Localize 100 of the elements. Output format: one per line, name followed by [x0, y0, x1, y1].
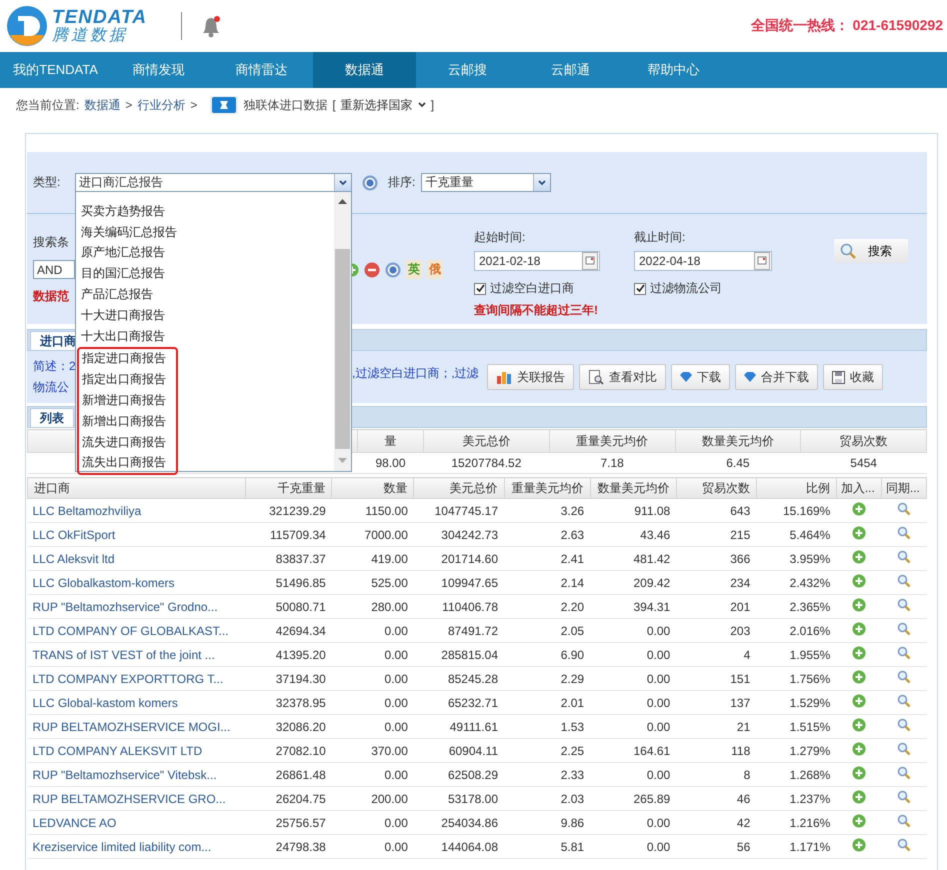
- table-cell: 5454: [800, 452, 926, 474]
- table-cell: 164.61: [590, 738, 676, 762]
- table-cell: 26204.75: [246, 786, 332, 810]
- table-cell: 1.268%: [756, 762, 836, 786]
- table-cell: 2.05: [504, 618, 590, 642]
- search-condition-label: 搜索条: [33, 234, 70, 251]
- table-cell: 0.00: [332, 690, 414, 714]
- table-cell: 234: [676, 570, 756, 594]
- bracket-text: ]: [430, 98, 434, 112]
- table-cell: 50080.71: [246, 594, 332, 618]
- table-cell: 32086.20: [246, 714, 332, 738]
- table-cell: 5.81: [504, 834, 590, 858]
- table-cell: 2.365%: [756, 594, 836, 618]
- table-cell: 41395.20: [246, 642, 332, 666]
- table-cell: 0.00: [332, 834, 414, 858]
- table-cell: 9.86: [504, 810, 590, 834]
- table-cell: 6.90: [504, 642, 590, 666]
- table-cell: 0.00: [590, 810, 676, 834]
- table-cell: 7.18: [549, 452, 675, 474]
- table-cell: 0.00: [332, 618, 414, 642]
- table-cell: 200.00: [332, 786, 414, 810]
- table-cell: 1150.00: [332, 498, 414, 522]
- table-cell: 2.20: [504, 594, 590, 618]
- table-cell: 1047745.17: [414, 498, 504, 522]
- column-header: 贸易次数: [800, 430, 926, 452]
- table-cell: 85245.28: [414, 666, 504, 690]
- table-cell: 0.00: [590, 666, 676, 690]
- table-cell: 51496.85: [246, 570, 332, 594]
- table-cell: 0.00: [332, 666, 414, 690]
- column-header: 美元总价: [424, 430, 550, 452]
- table-cell: 201714.60: [414, 546, 504, 570]
- table-cell: 265.89: [590, 786, 676, 810]
- type-label: 类型:: [33, 174, 62, 191]
- table-cell: 151: [676, 666, 756, 690]
- table-cell: 1.529%: [756, 690, 836, 714]
- table-cell: 15207784.52: [424, 452, 550, 474]
- breadcrumb-separator: >: [190, 98, 198, 112]
- table-cell: 419.00: [332, 546, 414, 570]
- table-cell: 62508.29: [414, 762, 504, 786]
- table-cell: 0.00: [332, 714, 414, 738]
- table-cell: 481.42: [590, 546, 676, 570]
- table-cell: 201: [676, 594, 756, 618]
- table-cell: 0.00: [590, 690, 676, 714]
- dataset-name: 独联体进口数据: [243, 96, 328, 114]
- table-cell: 2.03: [504, 786, 590, 810]
- table-cell: 0.00: [590, 834, 676, 858]
- table-cell: 144064.08: [414, 834, 504, 858]
- checkbox-label: 过滤空白进口商: [490, 280, 574, 297]
- table-cell: 56: [676, 834, 756, 858]
- table-cell: 6.45: [675, 452, 801, 474]
- table-cell: 83837.37: [246, 546, 332, 570]
- hotline-text: 全国统一热线： 021-61590292: [750, 17, 943, 35]
- table-cell: 2.29: [504, 666, 590, 690]
- warning-text: 查询间隔不能超过三年!: [474, 302, 599, 319]
- column-header: 量: [358, 430, 424, 452]
- table-cell: 215: [676, 522, 756, 546]
- table-cell: 2.14: [504, 570, 590, 594]
- table-cell: 87491.72: [414, 618, 504, 642]
- table-cell: 65232.71: [414, 690, 504, 714]
- table-cell: 5.464%: [756, 522, 836, 546]
- table-cell: 643: [676, 498, 756, 522]
- end-date-label: 截止时间:: [634, 229, 686, 246]
- table-cell: 394.31: [590, 594, 676, 618]
- table-cell: 0.00: [332, 762, 414, 786]
- table-cell: 7000.00: [332, 522, 414, 546]
- table-cell: 32378.95: [246, 690, 332, 714]
- summary-text: 物流公: [33, 379, 70, 396]
- table-cell: 2.63: [504, 522, 590, 546]
- table-cell: 0.00: [590, 762, 676, 786]
- table-cell: 24798.38: [246, 834, 332, 858]
- summary-text: ,过滤空白进口商；,过滤: [352, 365, 480, 382]
- breadcrumb-separator: >: [125, 98, 132, 112]
- summary-text: 简述：2: [33, 358, 75, 375]
- breadcrumb-label: 您当前位置:: [16, 96, 80, 114]
- table-cell: 1.279%: [756, 738, 836, 762]
- table-cell: 53178.00: [414, 786, 504, 810]
- table-cell: 0.00: [590, 642, 676, 666]
- table-cell: 43.46: [590, 522, 676, 546]
- column-header: 重量美元均价: [549, 430, 675, 452]
- table-cell: 42694.34: [246, 618, 332, 642]
- table-cell: 0.00: [590, 714, 676, 738]
- table-cell: 15.169%: [756, 498, 836, 522]
- table-cell: 110406.78: [414, 594, 504, 618]
- table-cell: 21: [676, 714, 756, 738]
- sort-label: 排序:: [388, 174, 416, 191]
- table-cell: 370.00: [332, 738, 414, 762]
- table-cell: 1.216%: [756, 810, 836, 834]
- start-date-label: 起始时间:: [474, 229, 526, 246]
- table-cell: 2.432%: [756, 570, 836, 594]
- table-cell: 42: [676, 810, 756, 834]
- table-cell: 137: [676, 690, 756, 714]
- table-cell: 1.515%: [756, 714, 836, 738]
- table-cell: 911.08: [590, 498, 676, 522]
- table-cell: 60904.11: [414, 738, 504, 762]
- table-cell: 4: [676, 642, 756, 666]
- table-cell: 3.26: [504, 498, 590, 522]
- table-cell: 26861.48: [246, 762, 332, 786]
- table-cell: 1.756%: [756, 666, 836, 690]
- table-cell: 25756.57: [246, 810, 332, 834]
- table-cell: 118: [676, 738, 756, 762]
